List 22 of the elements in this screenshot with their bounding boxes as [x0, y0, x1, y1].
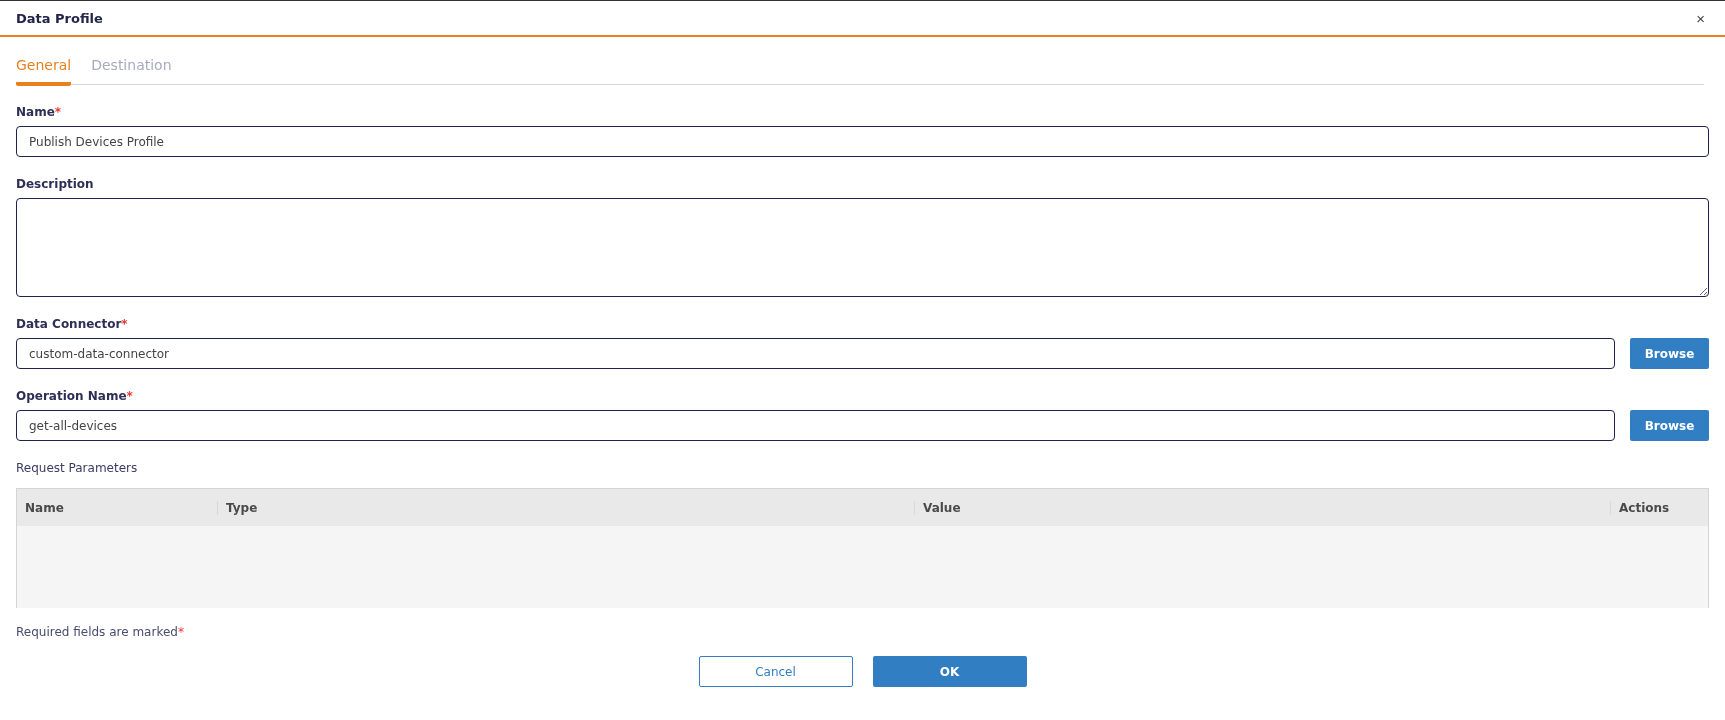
description-field[interactable] — [16, 198, 1709, 297]
column-header: Value — [914, 500, 1610, 515]
required-note: Required fields are marked* — [16, 625, 185, 639]
field-label: Data Connector* — [16, 317, 129, 331]
tab[interactable]: Destination — [91, 57, 172, 86]
browse-button[interactable]: Browse — [1630, 338, 1709, 369]
field-label: Operation Name* — [16, 389, 134, 403]
column-header: Actions — [1610, 500, 1708, 515]
ok-button[interactable]: OK — [872, 656, 1027, 687]
text-field[interactable]: get-all-devices — [16, 410, 1615, 441]
text-field[interactable]: custom-data-connector — [16, 338, 1615, 369]
cancel-button[interactable]: Cancel — [698, 656, 853, 687]
column-header: Type — [217, 500, 914, 515]
field-label: Description — [16, 177, 95, 191]
browse-button[interactable]: Browse — [1630, 410, 1709, 441]
column-header: Name — [24, 500, 65, 515]
close-button[interactable]: × — [1692, 9, 1709, 27]
window-title: Data Profile — [16, 10, 103, 26]
field-label: Name* — [16, 105, 63, 119]
tab[interactable]: General — [16, 57, 72, 86]
text-field[interactable]: Publish Devices Profile — [16, 126, 1709, 157]
section-title: Request Parameters — [16, 461, 139, 475]
